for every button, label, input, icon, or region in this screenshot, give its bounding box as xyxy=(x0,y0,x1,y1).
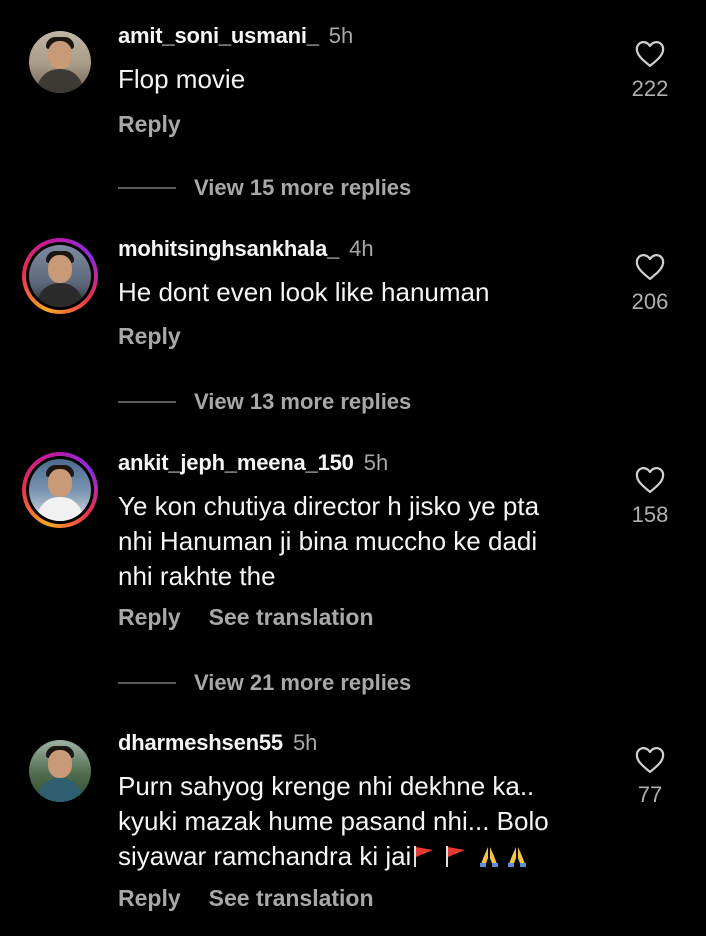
triangular-flag-icon xyxy=(414,846,434,867)
like-button[interactable]: 158 xyxy=(610,466,690,528)
divider xyxy=(118,187,176,189)
like-button[interactable]: 206 xyxy=(610,253,690,315)
view-more-replies[interactable]: View 15 more replies xyxy=(118,175,411,201)
emoji-tail xyxy=(411,841,529,871)
comment-timestamp: 4h xyxy=(349,236,374,261)
view-more-replies-label[interactable]: View 21 more replies xyxy=(194,670,411,696)
heart-outline-icon[interactable] xyxy=(635,466,665,494)
like-count: 77 xyxy=(637,782,663,807)
reply-button[interactable]: Reply xyxy=(118,323,181,349)
triangular-flag-icon xyxy=(446,846,466,867)
avatar[interactable] xyxy=(22,452,98,528)
comment-text-line: kyuki mazak hume pasand nhi... Bolo xyxy=(118,806,549,836)
comment-text: He dont even look like hanuman xyxy=(118,277,490,307)
comment-text: Flop movie xyxy=(118,64,246,94)
like-button[interactable]: 77 xyxy=(610,746,690,808)
avatar[interactable] xyxy=(22,24,98,100)
comment-text: Purn sahyog krenge nhi dekhne ka.. kyuki… xyxy=(118,769,598,874)
comment-username[interactable]: mohitsinghsankhala_ xyxy=(118,236,339,261)
heart-outline-icon[interactable] xyxy=(635,746,665,774)
divider xyxy=(118,682,176,684)
like-count: 206 xyxy=(631,289,669,314)
heart-outline-icon[interactable] xyxy=(635,253,665,281)
comment-username[interactable]: ankit_jeph_meena_150 xyxy=(118,450,354,475)
folded-hands-icon xyxy=(508,847,527,867)
see-translation-button[interactable]: See translation xyxy=(209,885,374,911)
folded-hands-icon xyxy=(480,847,499,867)
comment-username[interactable]: dharmeshsen55 xyxy=(118,730,283,755)
comment-username[interactable]: amit_soni_usmani_ xyxy=(118,23,319,48)
like-count: 222 xyxy=(631,76,669,101)
like-button[interactable]: 222 xyxy=(610,40,690,102)
view-more-replies[interactable]: View 13 more replies xyxy=(118,389,411,415)
reply-button[interactable]: Reply xyxy=(118,604,181,630)
avatar[interactable] xyxy=(22,733,98,809)
reply-button[interactable]: Reply xyxy=(118,111,181,137)
avatar[interactable] xyxy=(22,238,98,314)
divider xyxy=(118,401,176,403)
view-more-replies-label[interactable]: View 15 more replies xyxy=(194,175,411,201)
like-count: 158 xyxy=(631,502,669,527)
view-more-replies[interactable]: View 21 more replies xyxy=(118,670,411,696)
reply-button[interactable]: Reply xyxy=(118,885,181,911)
comment-text-line: siyawar ramchandra ki jai xyxy=(118,839,598,874)
comment-timestamp: 5h xyxy=(328,23,354,48)
comment-text-line: nhi rakhte the xyxy=(118,561,276,591)
comment-text-line-content: siyawar ramchandra ki jai xyxy=(118,841,412,871)
see-translation-button[interactable]: See translation xyxy=(209,604,374,630)
view-more-replies-label[interactable]: View 13 more replies xyxy=(194,389,411,415)
comment-text-line: Purn sahyog krenge nhi dekhne ka.. xyxy=(118,771,535,801)
comment-timestamp: 5h xyxy=(292,730,318,755)
heart-outline-icon[interactable] xyxy=(635,40,665,68)
comment-text-line: nhi Hanuman ji bina muccho ke dadi xyxy=(118,526,538,556)
comment-text: Ye kon chutiya director h jisko ye pta n… xyxy=(118,489,598,594)
comment-timestamp: 5h xyxy=(363,450,389,475)
comment-text-line: Ye kon chutiya director h jisko ye pta xyxy=(118,491,540,521)
